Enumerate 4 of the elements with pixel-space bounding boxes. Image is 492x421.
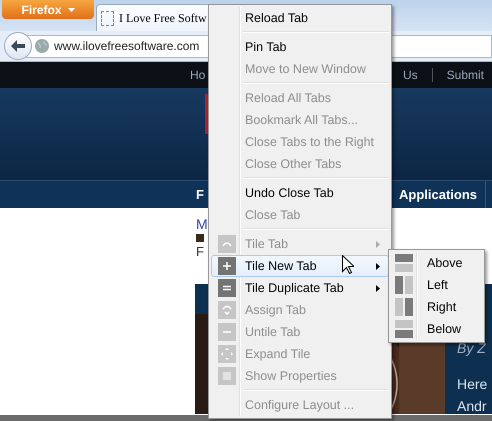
article-meta: F <box>196 244 205 259</box>
sidebar-text: Andr <box>457 398 488 414</box>
byline: By Z <box>457 340 488 356</box>
sidebar-text: Here <box>457 376 488 392</box>
